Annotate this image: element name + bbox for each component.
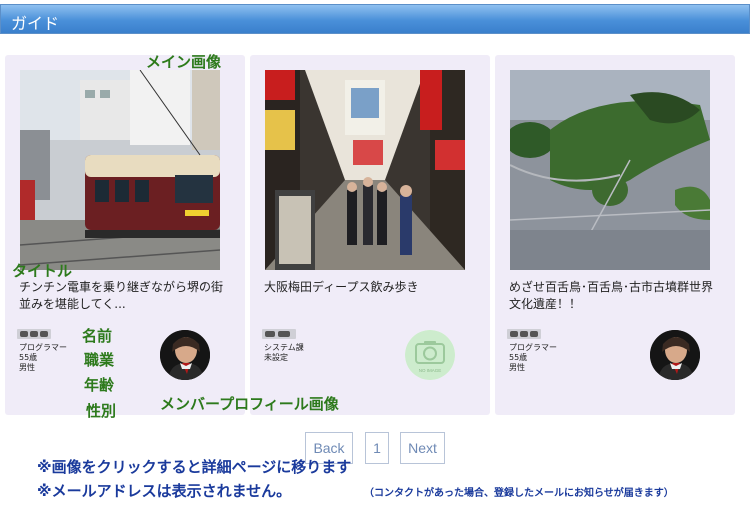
camera-icon: NO IMAGE xyxy=(405,330,455,380)
portrait-icon xyxy=(650,330,700,380)
guide-card-1[interactable]: チンチン電車を乗り継ぎながら堺の街並みを堪能してく... プログラマー 55歳 … xyxy=(5,55,245,415)
annotation-main-image: メイン画像 xyxy=(146,53,222,71)
member-age: 55歳 xyxy=(509,353,528,362)
annotation-member-profile-image: メンバープロフィール画像 xyxy=(160,395,339,413)
member-job: プログラマー xyxy=(509,343,557,352)
annotation-name: 名前 xyxy=(82,327,113,345)
card-photo-kofun[interactable] xyxy=(510,70,710,270)
card-photo-arcade[interactable] xyxy=(265,70,465,270)
guide-title: ガイド xyxy=(11,14,60,33)
member-name-blurred xyxy=(262,329,296,339)
member-profile-avatar[interactable] xyxy=(160,330,210,380)
annotation-job: 職業 xyxy=(84,351,115,369)
annotation-sex: 性別 xyxy=(86,402,117,420)
next-button[interactable]: Next xyxy=(400,432,445,464)
guide-card-3[interactable]: めざせ百舌鳥･百舌鳥･古市古墳群世界文化遺産！！ プログラマー 55歳 男性 xyxy=(495,55,735,415)
no-image-label: NO IMAGE xyxy=(419,368,442,373)
member-name-blurred xyxy=(507,329,541,339)
note-click-image: ※画像をクリックすると詳細ページに移ります xyxy=(37,458,352,476)
member-age: 未設定 xyxy=(264,353,288,362)
card-title[interactable]: 大阪梅田ディープス飲み歩き xyxy=(264,279,474,296)
member-sex: 男性 xyxy=(509,363,525,372)
member-job: システム課 xyxy=(264,343,304,352)
card-title[interactable]: めざせ百舌鳥･百舌鳥･古市古墳群世界文化遺産！！ xyxy=(509,279,719,313)
note-email-hidden: ※メールアドレスは表示されません。 xyxy=(37,482,292,500)
guide-card-2[interactable]: 大阪梅田ディープス飲み歩き システム課 未設定 NO IMAGE xyxy=(250,55,490,415)
portrait-icon xyxy=(160,330,210,380)
member-age: 55歳 xyxy=(19,353,38,362)
member-name-blurred xyxy=(17,329,51,339)
kofun-photo-image xyxy=(510,70,710,270)
arcade-photo-image xyxy=(265,70,465,270)
note-email-notice: （コンタクトがあった場合、登録したメールにお知らせが届きます） xyxy=(364,488,674,499)
member-job: プログラマー xyxy=(19,343,67,352)
guide-header: ガイド xyxy=(0,4,750,34)
tram-photo-image xyxy=(20,70,220,270)
annotation-title: タイトル xyxy=(12,262,73,280)
annotation-age: 年齢 xyxy=(84,376,115,394)
page-1-button[interactable]: 1 xyxy=(365,432,389,464)
member-sex: 男性 xyxy=(19,363,35,372)
member-profile-avatar[interactable] xyxy=(650,330,700,380)
card-photo-tram[interactable] xyxy=(20,70,220,270)
member-profile-avatar[interactable]: NO IMAGE xyxy=(405,330,455,380)
card-title[interactable]: チンチン電車を乗り継ぎながら堺の街並みを堪能してく... xyxy=(19,279,229,313)
